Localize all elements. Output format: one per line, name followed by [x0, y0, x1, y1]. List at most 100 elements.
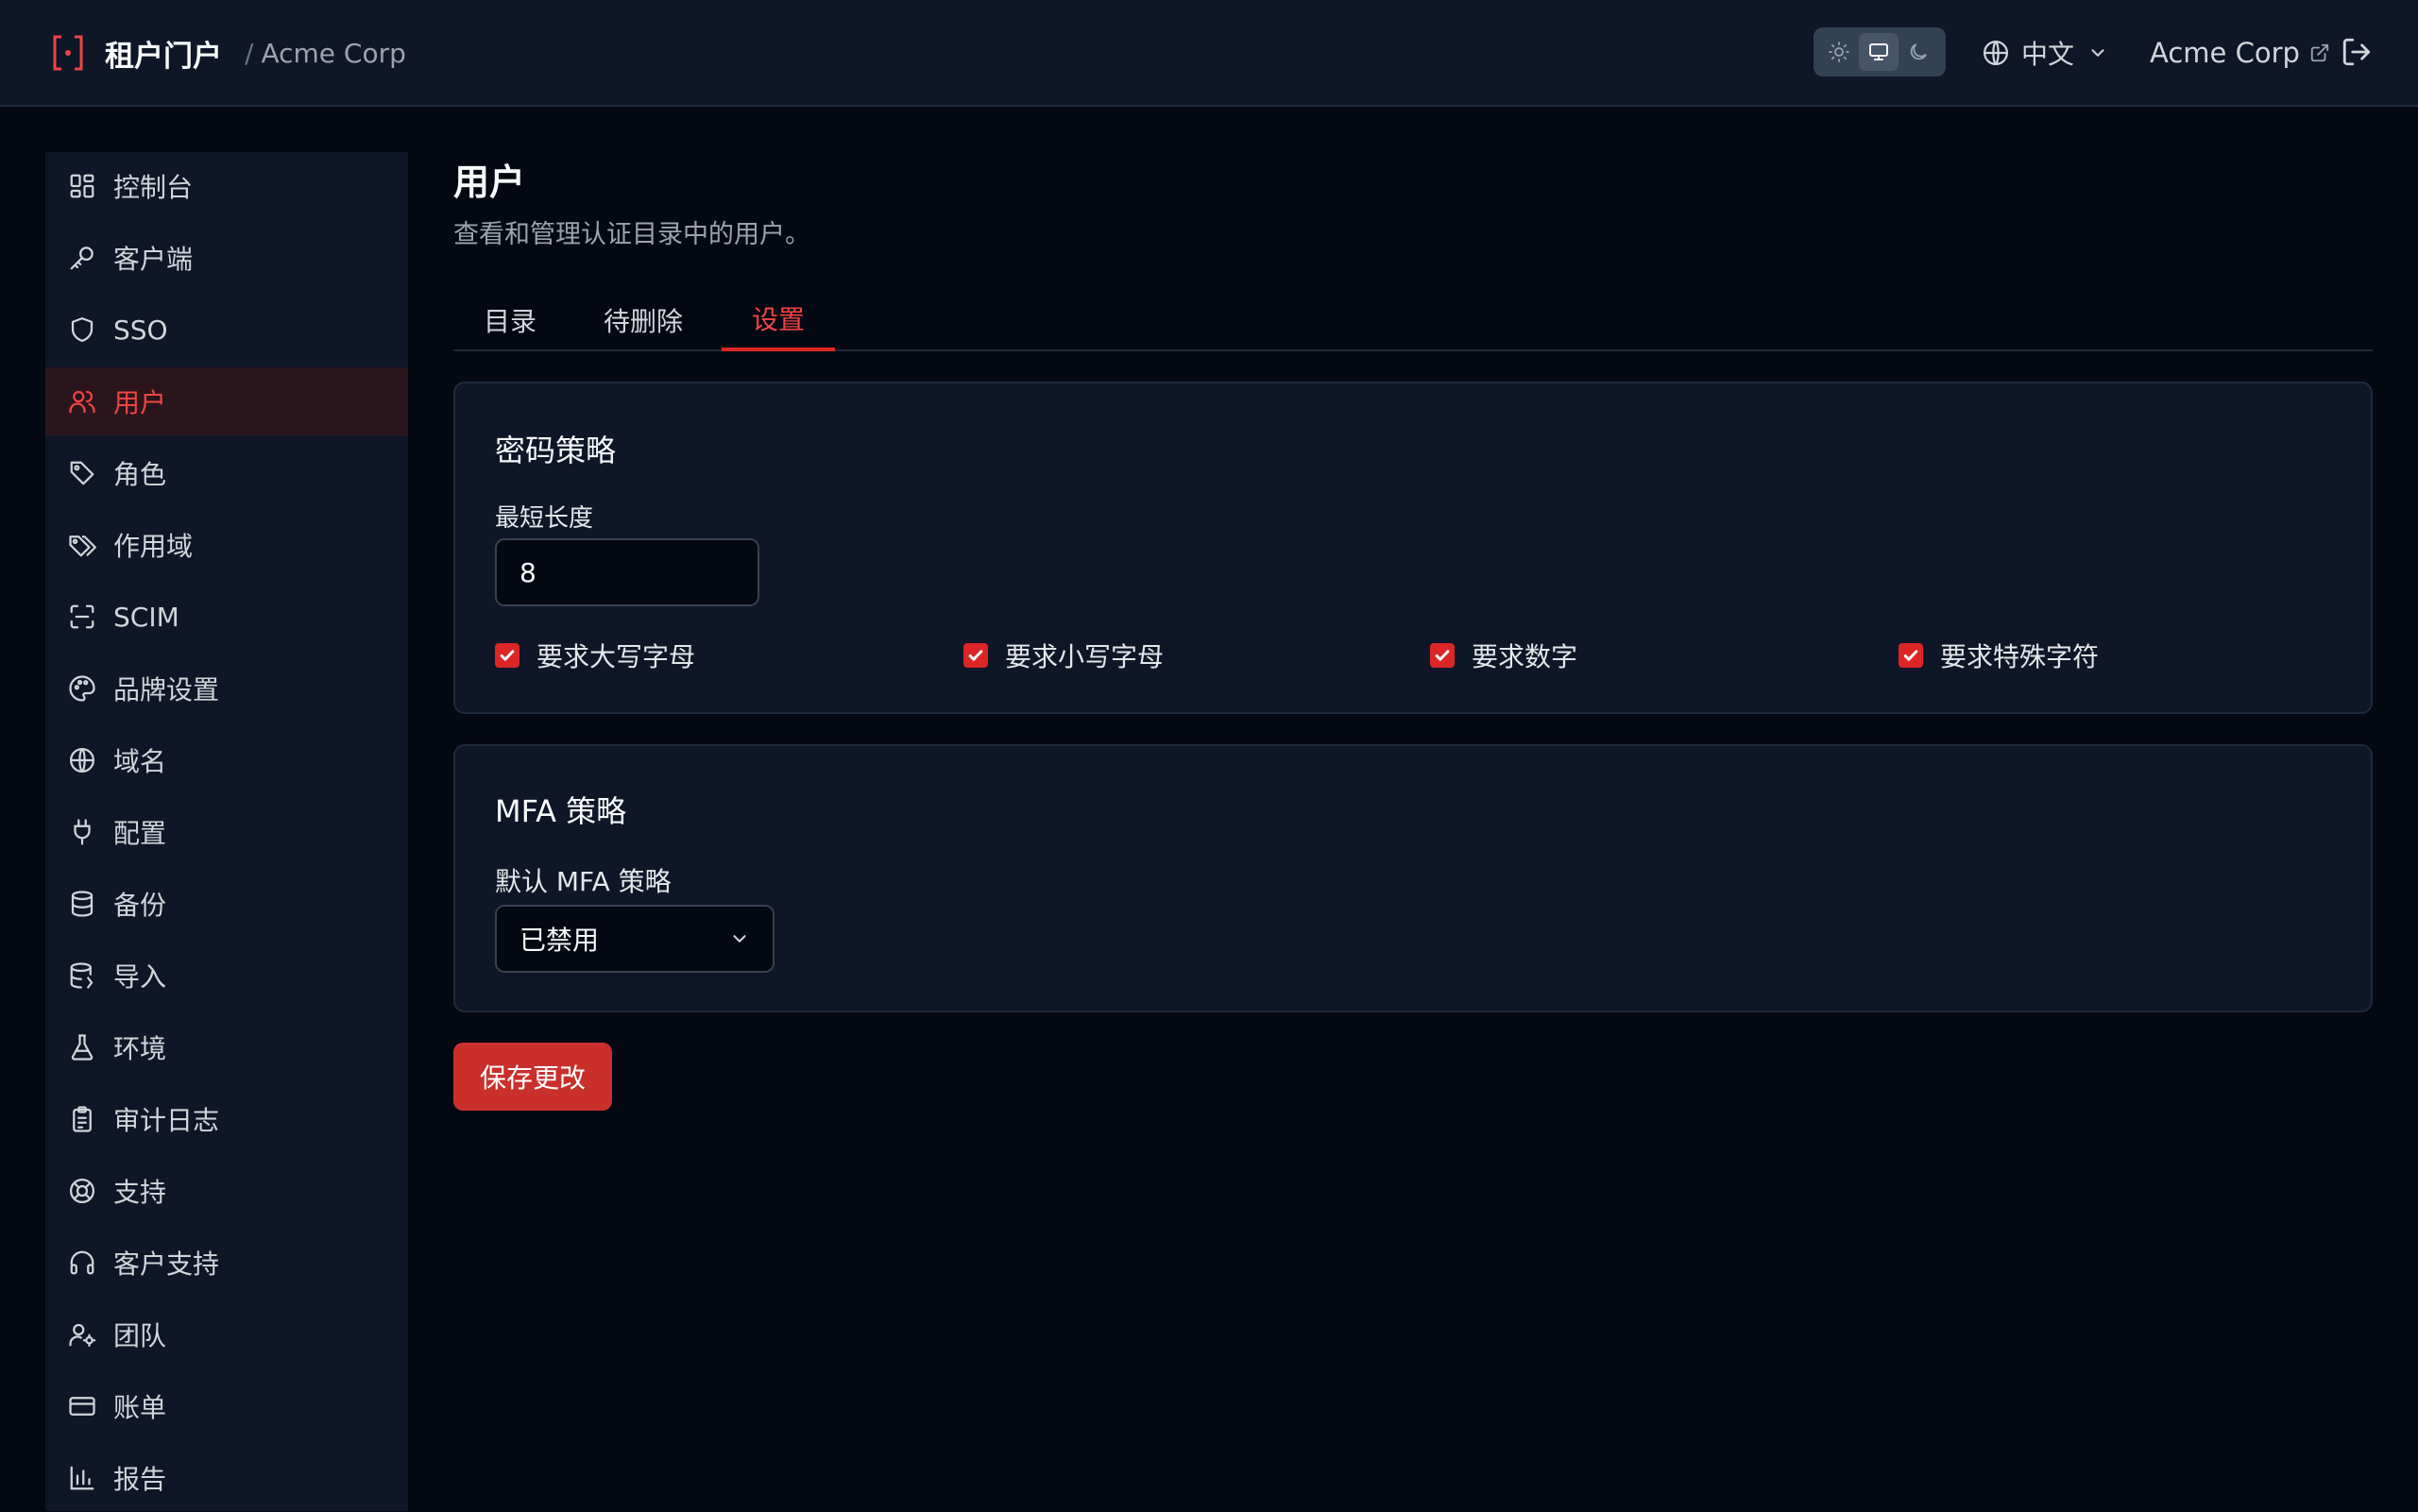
- sidebar-item-label: 支持: [113, 1177, 167, 1208]
- chevron-down-icon: [733, 935, 746, 943]
- tab-pending-deletion[interactable]: 待删除: [576, 289, 710, 351]
- sidebar-item-import[interactable]: 导入: [45, 942, 408, 1010]
- org-link[interactable]: Acme Corp: [2150, 32, 2330, 74]
- default-mfa-value: 已禁用: [519, 925, 600, 956]
- require-number-checkbox[interactable]: 要求数字: [1430, 637, 1577, 674]
- sun-icon: [1829, 42, 1849, 62]
- check-icon: [1435, 650, 1450, 661]
- logout-icon[interactable]: [2341, 36, 2373, 68]
- app-name: 租户门户: [105, 39, 222, 74]
- sidebar-item-label: SCIM: [113, 601, 179, 633]
- sidebar-item-label: 审计日志: [113, 1105, 220, 1136]
- sidebar-item-roles[interactable]: 角色: [45, 439, 408, 507]
- checkbox-box[interactable]: [1899, 643, 1923, 668]
- globe-icon: [70, 748, 94, 773]
- tab-directory[interactable]: 目录: [453, 289, 567, 351]
- sidebar-item-label: 域名: [113, 746, 167, 777]
- theme-dark-button[interactable]: [1899, 33, 1938, 71]
- sidebar: 控制台 客户端 SSO 用户 角色 作用域 SCIM 品牌设置 域名 配置 备份: [45, 152, 408, 1511]
- sidebar-item-scim[interactable]: SCIM: [45, 583, 408, 651]
- password-policy-card: 密码策略 最短长度 要求大写字母 要求小写字母 要求数字 要求特殊字符: [453, 382, 2373, 714]
- credit-card-icon: [69, 1397, 95, 1416]
- checkbox-box[interactable]: [495, 643, 519, 668]
- sidebar-item-reports[interactable]: 报告: [45, 1444, 408, 1512]
- sidebar-item-label: 作用域: [113, 531, 194, 562]
- checkbox-label: 要求小写字母: [1005, 641, 1165, 672]
- sidebar-item-audit-log[interactable]: 审计日志: [45, 1085, 408, 1153]
- default-mfa-select[interactable]: 已禁用: [495, 905, 775, 973]
- tabs: 目录 待删除 设置: [453, 289, 2373, 351]
- sidebar-item-sso[interactable]: SSO: [45, 296, 408, 364]
- logo-icon: [53, 35, 83, 71]
- require-special-char-checkbox[interactable]: 要求特殊字符: [1899, 637, 2099, 674]
- dashboard-icon: [70, 174, 94, 198]
- checkbox-box[interactable]: [963, 643, 988, 668]
- org-link-label: Acme Corp: [2150, 37, 2300, 69]
- theme-switcher: [1814, 27, 1946, 76]
- checkbox-label: 要求特殊字符: [1940, 641, 2100, 672]
- require-uppercase-checkbox[interactable]: 要求大写字母: [495, 637, 695, 674]
- sidebar-item-label: 团队: [113, 1320, 167, 1351]
- sidebar-item-customer-support[interactable]: 客户支持: [45, 1229, 408, 1297]
- sidebar-item-label: 控制台: [113, 172, 194, 203]
- database-icon: [71, 891, 94, 917]
- sidebar-item-label: 备份: [113, 890, 167, 921]
- headphones-icon: [70, 1250, 94, 1275]
- page-subtitle: 查看和管理认证目录中的用户。: [453, 220, 810, 249]
- language-selector[interactable]: 中文: [1982, 32, 2108, 74]
- sidebar-item-branding[interactable]: 品牌设置: [45, 654, 408, 722]
- check-icon: [968, 650, 983, 661]
- language-label: 中文: [2021, 39, 2075, 70]
- mfa-policy-card: MFA 策略 默认 MFA 策略 已禁用: [453, 744, 2373, 1012]
- sidebar-item-label: 客户支持: [113, 1249, 220, 1280]
- monitor-icon: [1869, 43, 1888, 60]
- tags-icon: [69, 535, 96, 557]
- plug-icon: [74, 819, 91, 845]
- database-import-icon: [70, 962, 94, 989]
- sidebar-item-clients[interactable]: 客户端: [45, 224, 408, 292]
- sidebar-item-config[interactable]: 配置: [45, 798, 408, 866]
- page-title: 用户: [453, 161, 526, 203]
- sidebar-item-support[interactable]: 支持: [45, 1157, 408, 1225]
- moon-icon: [1910, 43, 1927, 60]
- sidebar-item-label: 品牌设置: [113, 674, 220, 705]
- brand[interactable]: 租户门户 / Acme Corp: [52, 32, 406, 74]
- sidebar-item-label: 环境: [113, 1033, 167, 1064]
- user-cog-icon: [69, 1323, 96, 1347]
- clipboard-icon: [73, 1106, 92, 1132]
- tab-label: 设置: [751, 304, 805, 335]
- sidebar-item-environment[interactable]: 环境: [45, 1013, 408, 1081]
- globe-icon: [1984, 41, 2008, 65]
- password-policy-title: 密码策略: [495, 433, 617, 468]
- sidebar-item-label: 角色: [113, 459, 167, 490]
- tab-settings[interactable]: 设置: [722, 289, 835, 351]
- sidebar-item-billing[interactable]: 账单: [45, 1372, 408, 1440]
- sidebar-item-domains[interactable]: 域名: [45, 726, 408, 794]
- sidebar-item-label: 导入: [113, 961, 167, 993]
- sidebar-item-label: 用户: [113, 387, 167, 418]
- checkbox-box[interactable]: [1430, 643, 1455, 668]
- shield-icon: [71, 317, 94, 342]
- sidebar-item-team[interactable]: 团队: [45, 1300, 408, 1368]
- key-icon: [70, 246, 94, 270]
- scan-icon: [70, 604, 94, 629]
- require-lowercase-checkbox[interactable]: 要求小写字母: [963, 637, 1164, 674]
- tag-icon: [70, 461, 94, 485]
- sidebar-item-dashboard[interactable]: 控制台: [45, 152, 408, 220]
- min-length-input[interactable]: [495, 538, 759, 606]
- flask-icon: [71, 1034, 94, 1061]
- theme-light-button[interactable]: [1819, 33, 1859, 71]
- chevron-down-icon: [2091, 49, 2104, 57]
- theme-system-button[interactable]: [1859, 33, 1899, 71]
- top-bar: 租户门户 / Acme Corp 中文 Acme Corp: [0, 0, 2418, 107]
- save-changes-button[interactable]: 保存更改: [453, 1043, 612, 1111]
- min-length-label: 最短长度: [495, 504, 594, 533]
- breadcrumb-separator: /: [245, 37, 254, 69]
- tab-label: 目录: [483, 306, 536, 337]
- sidebar-item-scopes[interactable]: 作用域: [45, 511, 408, 579]
- tenant-name: Acme Corp: [261, 37, 406, 69]
- sidebar-item-backup[interactable]: 备份: [45, 870, 408, 938]
- sidebar-item-users[interactable]: 用户: [45, 367, 408, 435]
- bar-chart-icon: [70, 1466, 94, 1490]
- life-buoy-icon: [70, 1179, 94, 1203]
